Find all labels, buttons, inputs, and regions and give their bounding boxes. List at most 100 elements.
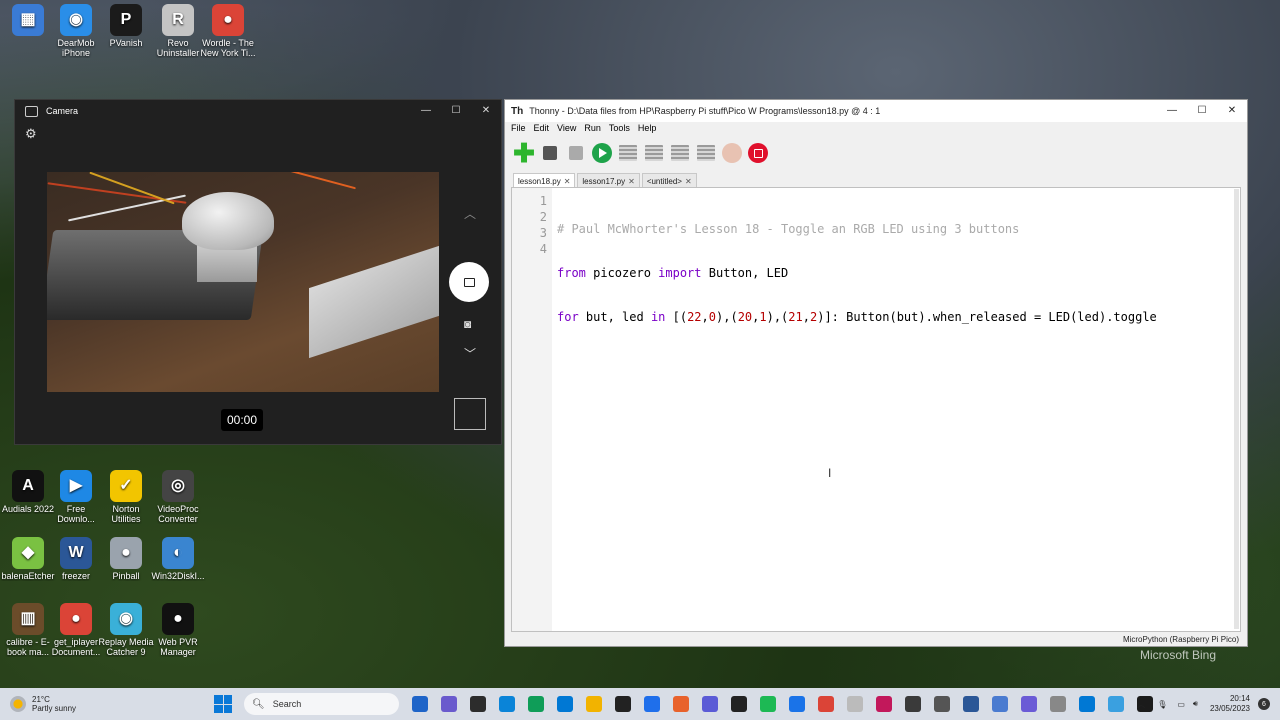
- notification-badge[interactable]: 6: [1258, 698, 1270, 710]
- record-button[interactable]: [449, 262, 489, 302]
- clock[interactable]: 20:14 23/05/2023: [1210, 694, 1250, 714]
- taskbar-app-icon[interactable]: [1049, 696, 1066, 712]
- app-icon: ◐: [162, 537, 194, 569]
- taskbar-app-icon[interactable]: [585, 696, 602, 712]
- menu-help[interactable]: Help: [636, 122, 663, 137]
- close-button[interactable]: ✕: [1217, 100, 1247, 120]
- desktop-icon-label: VideoProc Converter: [157, 504, 199, 524]
- taskbar-app-icon[interactable]: [498, 696, 515, 712]
- taskbar: 21°C Partly sunny 🔍︎ Search ︿ 🎙︎ ▭ 🔊︎ 20…: [0, 688, 1280, 720]
- desktop-icon-label: get_iplayer Document...: [51, 637, 101, 657]
- taskbar-app-icon[interactable]: [1078, 696, 1095, 712]
- desktop-icon[interactable]: ◉ DearMob iPhone: [48, 4, 104, 58]
- run-button[interactable]: [591, 142, 613, 164]
- desktop-icon[interactable]: ● Pinball: [98, 537, 154, 581]
- code-area[interactable]: # Paul McWhorter's Lesson 18 - Toggle an…: [552, 188, 1240, 631]
- taskbar-app-icon[interactable]: [991, 696, 1008, 712]
- open-file-button[interactable]: [539, 142, 561, 164]
- taskbar-app-icon[interactable]: [788, 696, 805, 712]
- taskbar-app-icon[interactable]: [730, 696, 747, 712]
- close-tab-icon[interactable]: ✕: [628, 177, 635, 186]
- app-icon: ●: [162, 603, 194, 635]
- taskbar-app-icon[interactable]: [672, 696, 689, 712]
- microphone-icon[interactable]: 🎙︎: [1157, 700, 1167, 709]
- taskbar-app-icon[interactable]: [643, 696, 660, 712]
- taskbar-app-icon[interactable]: [1107, 696, 1124, 712]
- system-tray: ︿ 🎙︎ ▭ 🔊︎ 20:14 23/05/2023 6: [1137, 688, 1270, 720]
- taskbar-app-icon[interactable]: [875, 696, 892, 712]
- search-box[interactable]: 🔍︎ Search: [244, 693, 399, 715]
- taskbar-app-icon[interactable]: [469, 696, 486, 712]
- search-placeholder: Search: [272, 699, 302, 709]
- gallery-thumbnail[interactable]: [454, 398, 486, 430]
- start-button[interactable]: [214, 695, 232, 713]
- taskbar-app-icon[interactable]: [846, 696, 863, 712]
- camera-app-icon: [25, 105, 38, 117]
- chevron-down-icon[interactable]: ﹀: [464, 345, 476, 362]
- desktop-icon[interactable]: ◉ Replay Media Catcher 9: [98, 603, 154, 657]
- taskbar-app-icon[interactable]: [1020, 696, 1037, 712]
- app-icon: ◎: [162, 470, 194, 502]
- desktop-icon[interactable]: P PVanish: [98, 4, 154, 48]
- app-icon: ◉: [110, 603, 142, 635]
- desktop-icon-label: Pinball: [112, 571, 140, 581]
- camera-icon[interactable]: ◙: [464, 317, 471, 331]
- taskbar-app-icon[interactable]: [614, 696, 631, 712]
- taskbar-app-icon[interactable]: [701, 696, 718, 712]
- maximize-button[interactable]: ☐: [441, 100, 471, 120]
- new-file-button[interactable]: ✚: [513, 140, 535, 166]
- temperature: 21°C: [32, 695, 50, 704]
- stop-button[interactable]: [747, 142, 769, 164]
- minimize-button[interactable]: —: [1157, 100, 1187, 120]
- menu-view[interactable]: View: [555, 122, 582, 137]
- desktop-icon[interactable]: ● Web PVR Manager: [150, 603, 206, 657]
- taskbar-app-icon[interactable]: [556, 696, 573, 712]
- gear-icon[interactable]: ⚙: [25, 126, 37, 142]
- desktop-icon[interactable]: Wfreezer: [48, 537, 104, 581]
- desktop-icon[interactable]: R Revo Uninstaller: [150, 4, 206, 58]
- close-button[interactable]: ✕: [471, 100, 501, 120]
- step-over-icon: [645, 145, 663, 161]
- interpreter-status[interactable]: MicroPython (Raspberry Pi Pico): [1123, 635, 1239, 644]
- desktop-icon[interactable]: ◎ VideoProc Converter: [150, 470, 206, 524]
- save-file-button[interactable]: [565, 142, 587, 164]
- desktop-icon[interactable]: ▶ Free Downlo...: [48, 470, 104, 524]
- minimize-button[interactable]: —: [411, 100, 441, 120]
- taskbar-app-icon[interactable]: [933, 696, 950, 712]
- text-cursor-icon: I: [828, 466, 832, 480]
- camera-preview: [47, 172, 439, 392]
- step-into-button[interactable]: [669, 142, 691, 164]
- camera-window: Camera — ☐ ✕ ⚙ ︿ ◙ ﹀ 00:00: [14, 99, 502, 445]
- weather-widget[interactable]: 21°C Partly sunny: [0, 695, 210, 713]
- taskbar-app-icon[interactable]: [411, 696, 428, 712]
- menu-tools[interactable]: Tools: [607, 122, 636, 137]
- code-editor[interactable]: 1 2 3 4 # Paul McWhorter's Lesson 18 - T…: [511, 187, 1241, 632]
- taskbar-app-icon[interactable]: [817, 696, 834, 712]
- close-tab-icon[interactable]: ✕: [685, 177, 692, 186]
- menu-file[interactable]: File: [509, 122, 532, 137]
- network-icon[interactable]: ▭: [1177, 700, 1185, 709]
- step-over-button[interactable]: [643, 142, 665, 164]
- desktop-icon[interactable]: ● get_iplayer Document...: [48, 603, 104, 657]
- taskbar-app-icon[interactable]: [904, 696, 921, 712]
- chevron-up-icon[interactable]: ︿: [1137, 699, 1145, 710]
- desktop-icon-label: Replay Media Catcher 9: [98, 637, 154, 657]
- volume-icon[interactable]: 🔊︎: [1193, 699, 1198, 709]
- desktop-icon[interactable]: ◐ Win32DiskI...: [150, 537, 206, 581]
- debug-button[interactable]: [617, 142, 639, 164]
- menu-edit[interactable]: Edit: [532, 122, 556, 137]
- menu-run[interactable]: Run: [582, 122, 607, 137]
- resume-button[interactable]: [721, 142, 743, 164]
- taskbar-app-icon[interactable]: [440, 696, 457, 712]
- taskbar-app-icon[interactable]: [527, 696, 544, 712]
- taskbar-app-icon[interactable]: [759, 696, 776, 712]
- desktop-icon[interactable]: ✓ Norton Utilities: [98, 470, 154, 524]
- close-tab-icon[interactable]: ✕: [564, 177, 571, 186]
- taskbar-app-icon[interactable]: [962, 696, 979, 712]
- vertical-scrollbar[interactable]: [1234, 189, 1239, 629]
- weather-text: Partly sunny: [32, 704, 77, 713]
- step-out-button[interactable]: [695, 142, 717, 164]
- maximize-button[interactable]: ☐: [1187, 100, 1217, 120]
- chevron-up-icon[interactable]: ︿: [464, 205, 476, 222]
- desktop-icon[interactable]: ● Wordle - The New York Ti...: [200, 4, 256, 58]
